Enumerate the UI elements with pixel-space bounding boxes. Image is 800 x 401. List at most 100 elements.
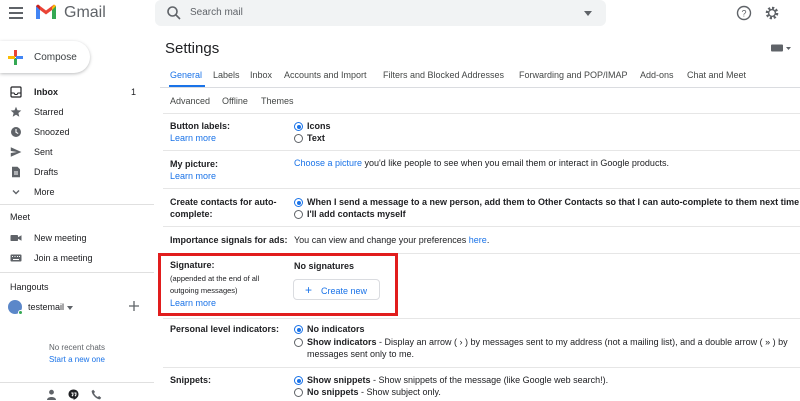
sidebar-item-inbox[interactable]: Inbox 1: [0, 82, 150, 102]
keyboard-icon: [10, 254, 22, 262]
tab-labels[interactable]: Labels: [213, 70, 240, 80]
show-indicators-radio[interactable]: [294, 338, 306, 350]
sidebar-item-label: New meeting: [34, 233, 87, 243]
sidebar-item-new-meeting[interactable]: New meeting: [0, 228, 150, 248]
compose-label: Compose: [34, 52, 77, 63]
compose-button[interactable]: Compose: [0, 41, 90, 73]
search-bar[interactable]: Search mail: [155, 0, 606, 26]
send-icon: [10, 147, 22, 157]
my-picture-label: My picture:: [170, 159, 219, 169]
learn-more-link[interactable]: Learn more: [170, 171, 216, 181]
tab-advanced[interactable]: Advanced: [170, 96, 210, 106]
no-chats-text: No recent chats: [48, 343, 106, 352]
hangouts-icon[interactable]: [68, 389, 79, 400]
sidebar-item-label: Join a meeting: [34, 253, 93, 263]
phone-icon[interactable]: [91, 389, 102, 400]
preferences-link[interactable]: here: [469, 235, 487, 245]
top-bar: Gmail Search mail ?: [0, 0, 800, 28]
icons-radio[interactable]: [294, 122, 306, 134]
create-contacts-label: Create contacts for auto-: [170, 197, 277, 207]
no-indicators-radio[interactable]: [294, 325, 306, 337]
plus-icon: [8, 50, 23, 65]
show-indicators-description: - Display an arrow ( › ) by messages sen…: [376, 337, 788, 347]
star-icon: [10, 106, 22, 117]
signature-highlight-box: [158, 253, 398, 316]
search-icon[interactable]: [166, 5, 182, 21]
gear-icon[interactable]: [764, 5, 780, 21]
tab-forwarding-and-pop-imap[interactable]: Forwarding and POP/IMAP: [519, 70, 628, 80]
search-input[interactable]: Search mail: [190, 7, 243, 18]
snippets-label: Snippets:: [170, 375, 212, 385]
tab-offline[interactable]: Offline: [222, 96, 248, 106]
tab-accounts-and-import[interactable]: Accounts and Import: [284, 70, 367, 80]
input-tools-icon[interactable]: [771, 44, 791, 52]
online-status-icon: [18, 310, 23, 315]
page-title: Settings: [165, 40, 220, 57]
menu-icon[interactable]: [9, 7, 23, 19]
hangouts-section-title: Hangouts: [10, 282, 49, 292]
button-labels-label: Button labels:: [170, 121, 230, 131]
person-icon[interactable]: [46, 389, 57, 400]
app-brand[interactable]: Gmail: [64, 4, 106, 22]
row-divider: [163, 188, 800, 189]
my-picture-description: you'd like people to see when you email …: [362, 158, 669, 168]
chevron-down-icon[interactable]: [67, 306, 73, 310]
auto-add-contacts-radio[interactable]: [294, 198, 306, 210]
sidebar-item-snoozed[interactable]: Snoozed: [0, 122, 150, 142]
tab-themes[interactable]: Themes: [261, 96, 294, 106]
create-contacts-label-line2: complete:: [170, 209, 213, 219]
row-divider: [163, 367, 800, 368]
sidebar-item-drafts[interactable]: Drafts: [0, 162, 150, 182]
gmail-logo-icon[interactable]: [35, 3, 57, 20]
importance-signals-period: .: [486, 235, 490, 245]
no-snippets-description: - Show subject only.: [358, 387, 441, 397]
choose-picture-link[interactable]: Choose a picture: [294, 158, 362, 168]
sidebar-item-label: Starred: [34, 107, 64, 117]
tab-general[interactable]: General: [170, 70, 202, 80]
inbox-icon: [10, 86, 22, 98]
importance-signals-text: You can view and change your preferences: [294, 235, 469, 245]
tab-filters-and-blocked-addresses[interactable]: Filters and Blocked Addresses: [383, 70, 504, 80]
meet-section-title: Meet: [10, 212, 31, 222]
sidebar-item-label: Drafts: [34, 167, 59, 177]
draft-icon: [12, 166, 20, 178]
video-icon: [10, 235, 22, 241]
tabs-divider: [160, 87, 800, 88]
chevron-down-icon: [12, 190, 20, 195]
manual-contacts-radio[interactable]: [294, 210, 306, 222]
add-chat-icon[interactable]: [129, 301, 139, 311]
row-divider: [163, 318, 800, 319]
sidebar-item-starred[interactable]: Starred: [0, 102, 150, 122]
sidebar-item-more[interactable]: More: [0, 182, 150, 202]
help-icon[interactable]: ?: [736, 5, 752, 21]
show-snippets-radio[interactable]: [294, 376, 306, 388]
icons-option-label: Icons: [307, 121, 331, 131]
tab-chat-and-meet[interactable]: Chat and Meet: [687, 70, 746, 80]
tab-add-ons[interactable]: Add-ons: [640, 70, 674, 80]
row-divider: [163, 113, 800, 114]
sidebar-item-label: Inbox: [34, 87, 58, 97]
row-divider: [163, 150, 800, 151]
manual-contacts-label: I'll add contacts myself: [307, 209, 406, 219]
sidebar-item-sent[interactable]: Sent: [0, 142, 150, 162]
no-snippets-label: No snippets: [307, 387, 359, 397]
hangouts-username: testemail: [28, 302, 65, 312]
learn-more-link[interactable]: Learn more: [170, 133, 216, 143]
show-indicators-label: Show indicators: [307, 337, 377, 347]
no-snippets-radio[interactable]: [294, 388, 306, 400]
sidebar-divider: [0, 272, 154, 273]
start-new-chat-link[interactable]: Start a new one: [0, 355, 154, 364]
settings-tabs: General Labels Inbox Accounts and Import…: [160, 60, 800, 88]
text-radio[interactable]: [294, 134, 306, 146]
tab-inbox[interactable]: Inbox: [250, 70, 272, 80]
svg-text:?: ?: [741, 9, 746, 19]
sidebar-item-label: Snoozed: [34, 127, 70, 137]
search-options-icon[interactable]: [584, 11, 592, 16]
show-snippets-label: Show snippets: [307, 375, 371, 385]
row-divider: [163, 226, 800, 227]
sidebar-item-label: Sent: [34, 147, 53, 157]
hangouts-bottom-bar: [0, 382, 154, 401]
sidebar-item-join-meeting[interactable]: Join a meeting: [0, 248, 150, 268]
text-option-label: Text: [307, 133, 325, 143]
show-indicators-description-line2: messages sent only to me.: [307, 349, 415, 359]
